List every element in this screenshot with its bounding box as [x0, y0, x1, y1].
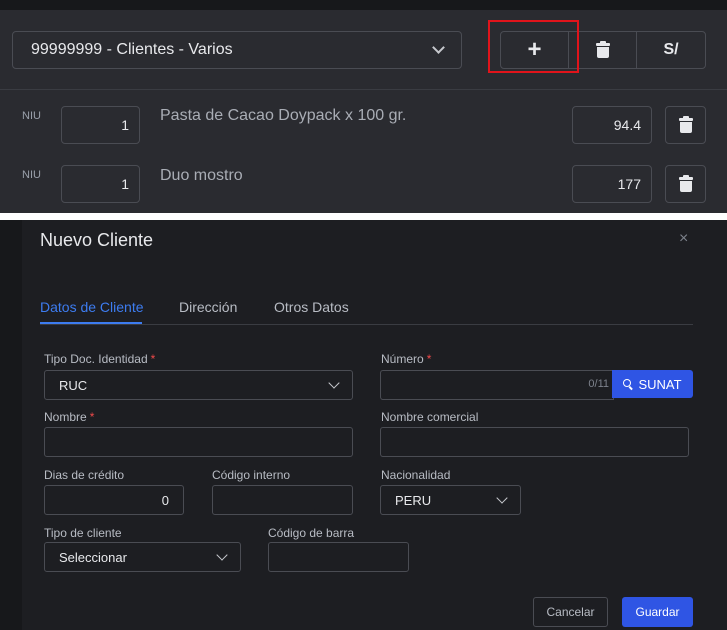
screenshot-separator — [0, 213, 727, 220]
item-price-input[interactable]: 177 — [572, 165, 652, 203]
cancel-label: Cancelar — [546, 605, 595, 619]
codigo-barra-label: Código de barra — [268, 526, 355, 540]
cancel-button[interactable]: Cancelar — [533, 597, 608, 627]
currency-label: S/ — [663, 41, 679, 58]
new-client-modal: Nuevo Cliente × Datos de Cliente Direcci… — [0, 220, 727, 630]
save-label: Guardar — [635, 605, 680, 619]
item-price-input[interactable]: 94.4 — [572, 106, 652, 144]
tab-otros-datos[interactable]: Otros Datos — [274, 299, 349, 315]
tipo-doc-label: Tipo Doc. Identidad * — [44, 352, 156, 366]
tipo-cliente-select[interactable]: Seleccionar — [44, 542, 241, 572]
client-select-value: 99999999 - Clientes - Varios — [31, 41, 233, 58]
divider — [0, 89, 727, 90]
client-select[interactable]: 99999999 - Clientes - Varios — [12, 31, 462, 69]
remove-item-button[interactable] — [665, 165, 706, 203]
item-price-value: 94.4 — [613, 117, 641, 133]
numero-label: Número * — [381, 352, 432, 366]
active-tab-indicator — [40, 322, 142, 324]
required-mark: * — [426, 352, 432, 366]
item-quantity-input[interactable]: 1 — [61, 165, 140, 203]
delete-client-button[interactable] — [569, 32, 637, 68]
nacionalidad-value: PERU — [395, 493, 432, 508]
tipo-doc-value: RUC — [59, 378, 88, 393]
modal-title: Nuevo Cliente — [40, 230, 154, 250]
item-name: Duo mostro — [160, 167, 243, 184]
trash-icon — [678, 116, 693, 133]
tab-direccion[interactable]: Dirección — [179, 299, 237, 315]
remove-item-button[interactable] — [665, 106, 706, 144]
search-icon — [623, 379, 634, 390]
nombre-label: Nombre * — [44, 410, 95, 424]
required-mark: * — [89, 410, 95, 424]
sunat-search-button[interactable]: SUNAT — [612, 370, 693, 398]
tipo-cliente-label: Tipo de cliente — [44, 526, 122, 540]
numero-counter: 0/11 — [588, 378, 609, 390]
codigo-barra-input[interactable] — [268, 542, 409, 572]
codigo-interno-label: Código interno — [212, 468, 291, 482]
item-quantity-value: 1 — [121, 117, 129, 133]
chevron-down-icon — [328, 377, 340, 389]
dias-credito-value: 0 — [161, 493, 169, 508]
tipo-cliente-value: Seleccionar — [59, 550, 127, 565]
chevron-down-icon — [216, 549, 228, 561]
highlight-box — [488, 20, 579, 73]
tab-datos-cliente[interactable]: Datos de Cliente — [40, 299, 144, 315]
chevron-down-icon — [496, 492, 508, 504]
tabs-divider — [40, 324, 693, 325]
trash-icon — [595, 41, 610, 58]
item-price-value: 177 — [617, 176, 641, 192]
sale-panel: 99999999 - Clientes - Varios + S/ NIU 1 … — [0, 0, 727, 213]
item-quantity-input[interactable]: 1 — [61, 106, 140, 144]
save-button[interactable]: Guardar — [622, 597, 693, 627]
close-icon[interactable]: × — [679, 230, 688, 248]
nombre-input[interactable] — [44, 427, 353, 457]
backdrop-edge — [0, 220, 22, 630]
required-mark: * — [150, 352, 156, 366]
nombre-comercial-input[interactable] — [380, 427, 689, 457]
numero-input[interactable]: 0/11 — [380, 370, 614, 400]
item-unit: NIU — [22, 169, 41, 181]
currency-button[interactable]: S/ — [637, 32, 705, 68]
nacionalidad-label: Nacionalidad — [381, 468, 451, 482]
chevron-down-icon — [432, 41, 445, 54]
trash-icon — [678, 175, 693, 192]
item-quantity-value: 1 — [121, 176, 129, 192]
tipo-doc-select[interactable]: RUC — [44, 370, 353, 400]
nacionalidad-select[interactable]: PERU — [380, 485, 521, 515]
dias-credito-label: Dias de crédito — [44, 468, 125, 482]
nombre-comercial-label: Nombre comercial — [381, 410, 479, 424]
sunat-label: SUNAT — [638, 376, 682, 392]
item-unit: NIU — [22, 110, 41, 122]
top-strip — [0, 0, 727, 10]
item-name: Pasta de Cacao Doypack x 100 gr. — [160, 107, 407, 124]
codigo-interno-input[interactable] — [212, 485, 353, 515]
dias-credito-input[interactable]: 0 — [44, 485, 184, 515]
